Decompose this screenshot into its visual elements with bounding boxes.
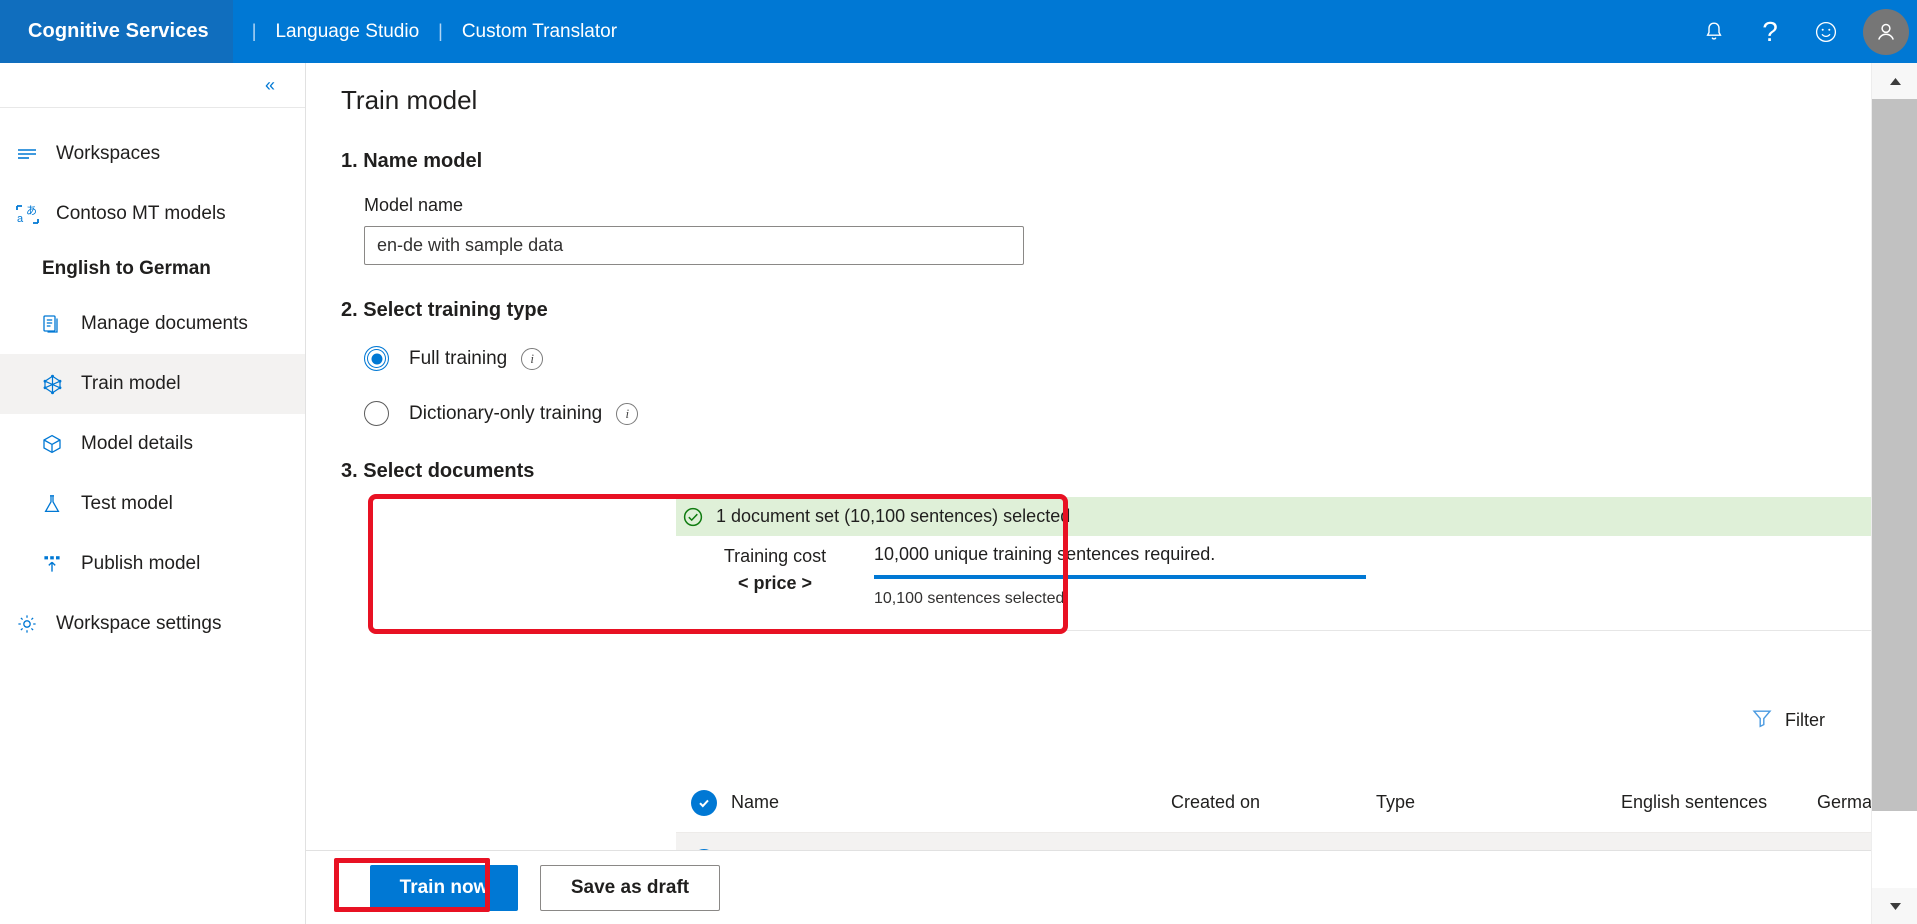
nav-separator-1: | [251, 21, 257, 41]
svg-text:あ: あ [26, 204, 37, 217]
sidebar: « Workspaces a あ Contoso MT models Engli… [0, 63, 306, 924]
sidebar-item-manage-documents[interactable]: Manage documents [0, 294, 305, 354]
top-nav-links: | Language Studio | Custom Translator [233, 0, 617, 63]
scrollbar-thumb[interactable] [1872, 99, 1917, 811]
radio-label: Dictionary-only training [409, 402, 603, 424]
funnel-filter-icon [1751, 707, 1773, 734]
sidebar-item-label: Publish model [81, 553, 201, 574]
info-icon-full-training[interactable]: i [521, 347, 544, 370]
app-root: Cognitive Services | Language Studio | C… [0, 0, 1917, 924]
page-scrollbar[interactable] [1871, 63, 1917, 924]
avatar-circle [1862, 8, 1909, 55]
training-cost-block: Training cost < price > [676, 536, 874, 594]
selected-sentences-text: 10,100 sentences selected [874, 590, 1065, 607]
filter-button[interactable]: Filter [1751, 707, 1825, 734]
sidebar-item-label: Workspaces [56, 143, 161, 164]
sidebar-item-label: Manage documents [81, 313, 248, 334]
translate-language-icon: a あ [10, 203, 44, 226]
selection-status-row: 1 document set (10,100 sentences) select… [682, 497, 1070, 536]
feedback-smiley-icon[interactable] [1798, 0, 1854, 63]
radio-option-dictionary-only[interactable]: Dictionary-only training i [306, 401, 1871, 426]
nav-separator-2: | [438, 21, 443, 41]
documents-icon [35, 313, 69, 335]
box-cube-icon [35, 433, 69, 455]
sentence-progress-bar [874, 575, 1366, 579]
top-bar-actions: ? [1686, 0, 1917, 63]
model-name-input[interactable] [364, 226, 1024, 265]
sentence-requirement-block: 10,000 unique training sentences require… [874, 536, 1871, 608]
training-cost-body: Training cost < price > 10,000 unique tr… [676, 536, 1871, 607]
sidebar-item-label: Contoso MT models [56, 203, 226, 224]
nav-link-custom-translator[interactable]: Custom Translator [462, 21, 617, 43]
card-bottom-divider [676, 630, 1871, 631]
step3-heading: 3. Select documents [341, 460, 535, 482]
main-content: Train model 1. Name model Model name 2. … [306, 63, 1871, 924]
training-cost-label: Training cost [723, 546, 827, 566]
selection-status-text: 1 document set (10,100 sentences) select… [716, 506, 1071, 526]
radio-label: Full training [409, 347, 508, 369]
list-lines-icon [10, 143, 44, 165]
user-avatar[interactable] [1854, 0, 1917, 63]
radio-dictionary-only-training[interactable] [364, 401, 389, 426]
notification-bell-icon[interactable] [1686, 0, 1742, 63]
scroll-up-arrow-icon[interactable] [1872, 63, 1917, 99]
checkbox-checked-icon[interactable] [690, 789, 717, 816]
scrollbar-track[interactable] [1872, 99, 1917, 888]
action-footer: Train now Save as draft [306, 850, 1871, 924]
flask-icon [35, 493, 69, 515]
page-title: Train model [341, 85, 478, 115]
sidebar-item-publish-model[interactable]: Publish model [0, 534, 305, 594]
sidebar-item-contoso-mt-models[interactable]: a あ Contoso MT models [0, 184, 305, 244]
sidebar-item-test-model[interactable]: Test model [0, 474, 305, 534]
help-question-icon[interactable]: ? [1742, 0, 1798, 63]
publish-upload-icon [35, 553, 69, 575]
sidebar-item-label: Model details [81, 433, 193, 454]
scroll-down-arrow-icon[interactable] [1872, 888, 1917, 924]
column-header-created-on[interactable]: Created on [1171, 792, 1376, 813]
check-circle-icon [682, 506, 704, 528]
top-navigation-bar: Cognitive Services | Language Studio | C… [0, 0, 1917, 63]
column-header-english-sentences[interactable]: English sentences [1621, 792, 1817, 813]
sidebar-item-train-model[interactable]: Train model [0, 354, 305, 414]
collapse-chevron-icon[interactable]: « [257, 72, 283, 98]
sidebar-item-label: Workspace settings [56, 613, 222, 634]
training-cost-value: < price > [737, 573, 813, 593]
train-model-icon [35, 373, 69, 396]
train-now-button[interactable]: Train now [370, 864, 518, 911]
step2-heading: 2. Select training type [341, 299, 548, 321]
column-header-name[interactable]: Name [731, 792, 1171, 813]
model-name-label: Model name [364, 195, 464, 215]
brand-title: Cognitive Services [28, 20, 209, 42]
filter-label: Filter [1785, 710, 1825, 730]
save-as-draft-button[interactable]: Save as draft [540, 864, 720, 911]
sidebar-group-label: English to German [42, 258, 211, 279]
sidebar-item-workspaces[interactable]: Workspaces [0, 124, 305, 184]
svg-text:a: a [17, 213, 24, 225]
required-sentences-text: 10,000 unique training sentences require… [874, 544, 1216, 564]
nav-link-language-studio[interactable]: Language Studio [275, 21, 419, 43]
radio-full-training[interactable] [364, 346, 389, 371]
sidebar-collapse-row: « [0, 63, 305, 108]
gear-icon [10, 613, 44, 635]
table-header-row: Name Created on Type English sentences G… [676, 773, 1871, 833]
info-icon-dictionary-only[interactable]: i [616, 402, 639, 425]
sidebar-item-label: Train model [81, 373, 181, 394]
radio-option-full-training[interactable]: Full training i [306, 346, 1871, 371]
sidebar-item-model-details[interactable]: Model details [0, 414, 305, 474]
document-selection-summary: 1 document set (10,100 sentences) select… [306, 497, 1871, 639]
select-all-checkbox[interactable] [676, 789, 731, 816]
sidebar-nav-list: Workspaces a あ Contoso MT models English… [0, 108, 305, 654]
column-header-type[interactable]: Type [1376, 792, 1621, 813]
sentence-progress-fill [874, 575, 1366, 579]
sidebar-item-label: Test model [81, 493, 173, 514]
column-header-german-sentences[interactable]: German sente... [1817, 792, 1871, 813]
step1-heading: 1. Name model [341, 150, 483, 172]
sidebar-item-workspace-settings[interactable]: Workspace settings [0, 594, 305, 654]
brand-block[interactable]: Cognitive Services [0, 0, 233, 63]
